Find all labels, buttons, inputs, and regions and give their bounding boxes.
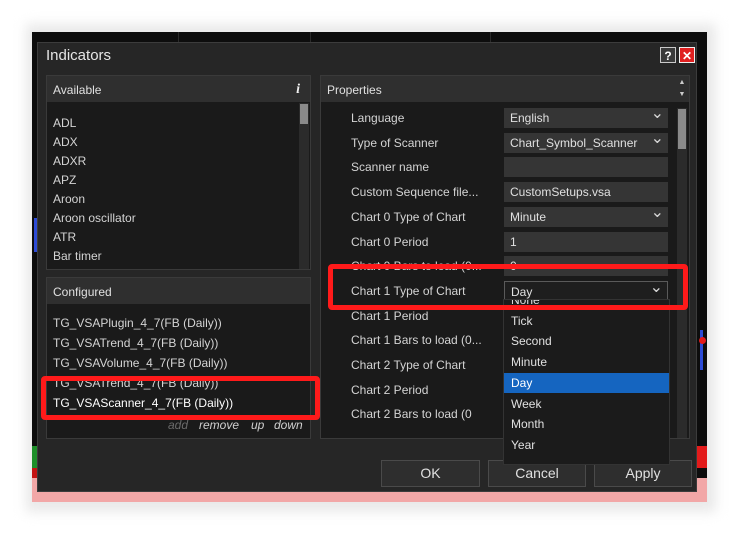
property-label: Chart 1 Period bbox=[351, 308, 429, 323]
property-label: Chart 1 Bars to load (0... bbox=[351, 333, 482, 348]
properties-header-label: Properties bbox=[327, 83, 382, 97]
available-header-label: Available bbox=[53, 83, 102, 97]
dropdown-option[interactable]: Tick bbox=[504, 311, 669, 331]
available-item[interactable]: Bar timer bbox=[53, 249, 102, 263]
chevron-down-icon[interactable]: ⌄ bbox=[651, 203, 664, 223]
add-link[interactable]: add bbox=[168, 418, 188, 432]
title-bar: Indicators ? ✕ bbox=[38, 43, 696, 69]
property-select[interactable]: Minute ⌄ bbox=[504, 204, 668, 227]
available-item[interactable]: ADX bbox=[53, 135, 78, 149]
property-input[interactable]: CustomSetups.vsa bbox=[504, 182, 668, 203]
property-value: English bbox=[510, 111, 550, 125]
property-label: Chart 0 Type of Chart bbox=[351, 209, 466, 224]
property-value: Chart_Symbol_Scanner bbox=[510, 135, 638, 150]
chart-signal-dot bbox=[699, 337, 706, 344]
chart-type-dropdown-list[interactable]: None Tick Second Minute Day Week Month Year bbox=[503, 299, 670, 465]
property-label: Scanner name bbox=[351, 160, 430, 175]
available-scroll-thumb[interactable] bbox=[300, 104, 308, 124]
property-label: Language bbox=[351, 111, 405, 125]
property-input[interactable]: 1 bbox=[504, 231, 668, 252]
close-button[interactable]: ✕ bbox=[679, 47, 695, 63]
property-input[interactable] bbox=[504, 157, 668, 178]
down-link[interactable]: down bbox=[274, 418, 303, 432]
properties-header: Properties bbox=[321, 76, 689, 102]
available-header: Available bbox=[47, 76, 310, 102]
property-value: 1 bbox=[510, 234, 517, 249]
available-item[interactable]: APZ bbox=[53, 173, 76, 187]
ok-button[interactable]: OK bbox=[381, 460, 480, 487]
chart1-type-highlight-box bbox=[328, 264, 688, 310]
dropdown-option[interactable]: Year bbox=[504, 435, 669, 455]
scanner-highlight-box bbox=[41, 376, 320, 420]
properties-scroll-arrows[interactable]: ▲ ▼ bbox=[677, 77, 687, 101]
available-panel: Available i ADL ADX ADXR APZ Aroon Aroon osci… bbox=[46, 75, 311, 270]
info-icon[interactable]: i bbox=[296, 82, 300, 98]
configured-item[interactable]: TG_VSAVolume_4_7(FB (Daily)) bbox=[53, 356, 228, 370]
properties-scroll-thumb[interactable] bbox=[678, 109, 686, 149]
property-label: Chart 2 Bars to load (0 bbox=[351, 407, 472, 422]
property-label: Type of Scanner bbox=[351, 135, 439, 150]
property-label: Chart 0 Period bbox=[351, 234, 429, 249]
chart-volume-bar bbox=[700, 330, 703, 370]
dropdown-option[interactable]: Second bbox=[504, 331, 669, 351]
configured-header-label: Configured bbox=[53, 285, 112, 299]
property-label: Chart 2 Period bbox=[351, 382, 429, 397]
property-value: CustomSetups.vsa bbox=[510, 185, 611, 200]
property-select[interactable]: English ⌄ bbox=[504, 105, 668, 128]
chevron-down-icon[interactable]: ⌄ bbox=[651, 129, 664, 149]
available-item[interactable]: ADXR bbox=[53, 154, 86, 168]
property-value: Minute bbox=[510, 209, 547, 224]
dialog-title: Indicators bbox=[46, 47, 112, 64]
property-select[interactable]: Chart_Symbol_Scanner ⌄ bbox=[504, 130, 668, 153]
dropdown-option[interactable]: Week bbox=[504, 394, 669, 414]
available-scrollbar[interactable] bbox=[299, 103, 309, 269]
available-item[interactable]: Aroon oscillator bbox=[53, 211, 136, 225]
property-label: Custom Sequence file... bbox=[351, 185, 479, 200]
configured-header: Configured bbox=[47, 278, 310, 304]
chevron-down-icon[interactable]: ⌄ bbox=[651, 104, 664, 124]
configured-item[interactable]: TG_VSAPlugin_4_7(FB (Daily)) bbox=[53, 316, 222, 330]
dropdown-option[interactable]: Month bbox=[504, 414, 669, 434]
up-link[interactable]: up bbox=[251, 418, 264, 432]
remove-link[interactable]: remove bbox=[199, 418, 239, 432]
configured-item[interactable]: TG_VSATrend_4_7(FB (Daily)) bbox=[53, 336, 218, 350]
dropdown-option[interactable]: Day bbox=[504, 372, 669, 393]
available-item[interactable]: ATR bbox=[53, 230, 76, 244]
dropdown-option[interactable]: Minute bbox=[504, 352, 669, 372]
available-item[interactable]: Aroon bbox=[53, 192, 85, 206]
property-label: Chart 2 Type of Chart bbox=[351, 358, 466, 372]
help-button[interactable]: ? bbox=[660, 47, 676, 63]
available-item[interactable]: ADL bbox=[53, 116, 76, 130]
